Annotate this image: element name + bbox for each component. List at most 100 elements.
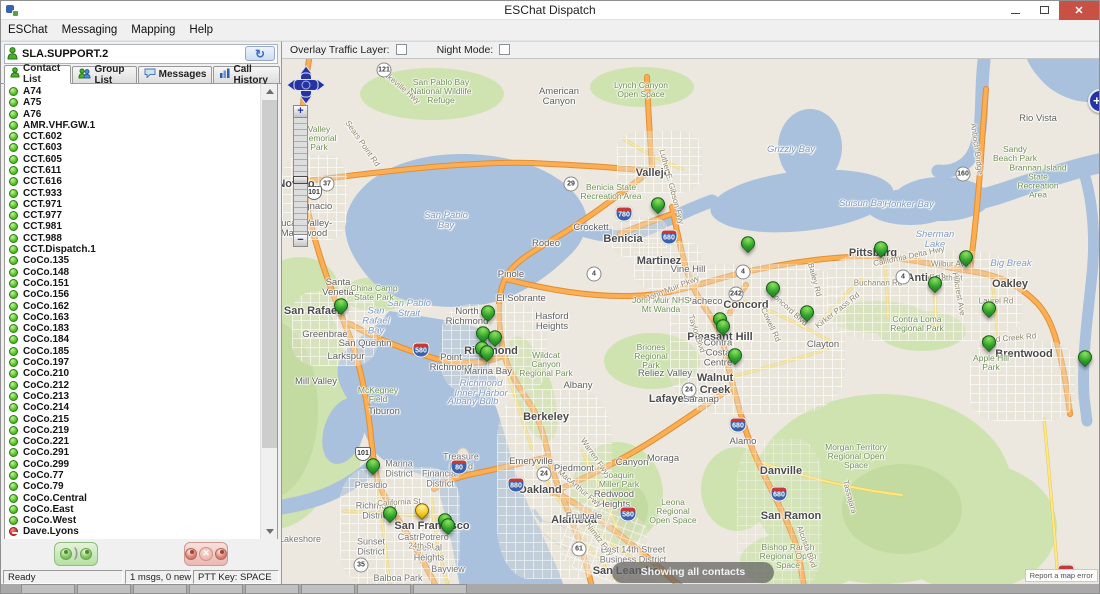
start-call-button[interactable]: )	[54, 542, 98, 566]
tab-group-list[interactable]: Group List	[72, 66, 136, 83]
contact-row[interactable]: CCT.611	[5, 165, 260, 176]
menu-messaging[interactable]: Messaging	[62, 22, 126, 38]
refresh-button[interactable]: ↻	[245, 46, 275, 61]
user-icon	[7, 47, 18, 60]
zoom-in-button[interactable]: +	[293, 105, 308, 118]
contact-row[interactable]: CoCo.West	[5, 515, 260, 526]
status-online-icon	[9, 358, 18, 367]
zoom-out-button[interactable]: −	[293, 234, 308, 247]
window-title: ESChat Dispatch	[1, 3, 1099, 17]
contact-row[interactable]: CoCo.79	[5, 481, 260, 492]
tab-contact-list[interactable]: Contact List	[4, 65, 71, 84]
contact-row[interactable]: CoCo.77	[5, 470, 260, 481]
contact-row[interactable]	[5, 538, 260, 539]
contact-row[interactable]: CoCo.219	[5, 425, 260, 436]
status-online-icon	[9, 132, 18, 141]
contact-name: CoCo.163	[23, 312, 69, 323]
contact-row[interactable]: CoCo.135	[5, 255, 260, 266]
contact-row[interactable]: CoCo.210	[5, 368, 260, 379]
contact-row[interactable]: CoCo.185	[5, 346, 260, 357]
menu-mapping[interactable]: Mapping	[131, 22, 183, 38]
map-pan-control[interactable]	[286, 65, 326, 110]
contact-row[interactable]: CCT.602	[5, 131, 260, 142]
caller-icon	[60, 548, 72, 560]
contact-row[interactable]: CoCo.East	[5, 504, 260, 515]
tab-call-history[interactable]: Call History	[213, 66, 280, 83]
report-map-error-link[interactable]: Report a map error	[1025, 569, 1098, 582]
zoom-slider-track[interactable]	[293, 118, 308, 234]
status-online-icon	[9, 87, 18, 96]
contact-row[interactable]: CoCo.213	[5, 391, 260, 402]
contact-list-scrollbar[interactable]	[260, 84, 277, 539]
contact-row[interactable]: CoCo.163	[5, 312, 260, 323]
end-call-x-icon: ✕	[199, 547, 213, 561]
contact-row[interactable]: CoCo.151	[5, 278, 260, 289]
night-mode-checkbox[interactable]	[499, 44, 510, 55]
status-online-icon	[9, 200, 18, 209]
contact-row[interactable]: AMR.VHF.GW.1	[5, 120, 260, 131]
arrow-up-icon	[266, 89, 274, 94]
contact-row[interactable]: CoCo.197	[5, 357, 260, 368]
contact-row[interactable]: CoCo.148	[5, 267, 260, 278]
contact-row[interactable]: CCT.616	[5, 176, 260, 187]
status-online-icon	[9, 403, 18, 412]
tab-messages[interactable]: Messages	[138, 66, 213, 83]
eschat-dispatch-window: ESChat Dispatch ✕ ESChat Messaging Mapping…	[0, 0, 1100, 594]
night-mode-label: Night Mode:	[437, 44, 494, 56]
contact-row[interactable]: CoCo.221	[5, 436, 260, 447]
status-online-icon	[9, 415, 18, 424]
contact-list[interactable]: A74A75A76AMR.VHF.GW.1CCT.602CCT.603CCT.6…	[4, 84, 278, 539]
zoom-slider-handle[interactable]	[293, 176, 308, 184]
scroll-down-button[interactable]	[261, 524, 278, 539]
contact-row[interactable]: CoCo.183	[5, 323, 260, 334]
contact-icon	[10, 67, 20, 81]
title-bar: ESChat Dispatch ✕	[1, 1, 1099, 20]
scrollbar-thumb[interactable]	[262, 100, 277, 448]
contact-row[interactable]: CoCo.299	[5, 459, 260, 470]
map-canvas[interactable]: VallejoBeniciaMartinezConcordPleasant Hi…	[282, 59, 1100, 586]
contact-row[interactable]: CoCo.162	[5, 300, 260, 311]
contact-row[interactable]: CCT.603	[5, 142, 260, 153]
end-call-button[interactable]: ✕	[184, 542, 228, 566]
contact-row[interactable]: CCT.605	[5, 154, 260, 165]
contact-row[interactable]: CCT.933	[5, 187, 260, 198]
contact-row[interactable]: CoCo.212	[5, 379, 260, 390]
status-online-icon	[9, 426, 18, 435]
contact-row[interactable]: CoCo.291	[5, 447, 260, 458]
tab-label: Group List	[94, 64, 130, 86]
contact-row[interactable]: CCT.971	[5, 199, 260, 210]
caller-icon	[185, 548, 197, 560]
contact-row[interactable]: CoCo.Central	[5, 492, 260, 503]
pan-arrows-icon	[286, 65, 326, 105]
contact-row[interactable]: CCT.981	[5, 221, 260, 232]
map-panel: Overlay Traffic Layer: Night Mode:	[282, 41, 1100, 586]
menu-help[interactable]: Help	[189, 22, 221, 38]
contact-row[interactable]: CoCo.156	[5, 289, 260, 300]
contact-name: CCT.Dispatch.1	[23, 244, 96, 255]
arrow-down-icon	[266, 529, 274, 534]
contact-name: CoCo.135	[23, 255, 69, 266]
contact-row[interactable]: CCT.977	[5, 210, 260, 221]
callee-icon	[80, 548, 92, 560]
contact-row[interactable]: A76	[5, 108, 260, 119]
toast-showing-contacts: Showing all contacts	[612, 562, 774, 583]
menu-eschat[interactable]: ESChat	[8, 22, 56, 38]
contact-row[interactable]: CCT.988	[5, 233, 260, 244]
contact-name: CoCo.197	[23, 357, 69, 368]
contact-row[interactable]: A75	[5, 97, 260, 108]
contact-row[interactable]: Dave.Lyons	[5, 526, 260, 537]
callee-icon	[215, 548, 227, 560]
map-zoom-control: + −	[293, 105, 308, 247]
contact-row[interactable]: CoCo.214	[5, 402, 260, 413]
contact-row[interactable]: CoCo.215	[5, 413, 260, 424]
contact-row[interactable]: CoCo.184	[5, 334, 260, 345]
scroll-up-button[interactable]	[261, 84, 278, 99]
contact-name: CoCo.77	[23, 470, 64, 481]
contact-row[interactable]: CCT.Dispatch.1	[5, 244, 260, 255]
status-online-icon	[9, 256, 18, 265]
traffic-layer-checkbox[interactable]	[396, 44, 407, 55]
contact-row[interactable]: A74	[5, 86, 260, 97]
contact-name: CoCo.210	[23, 368, 69, 379]
contact-name: AMR.VHF.GW.1	[23, 120, 95, 131]
status-online-icon	[9, 279, 18, 288]
